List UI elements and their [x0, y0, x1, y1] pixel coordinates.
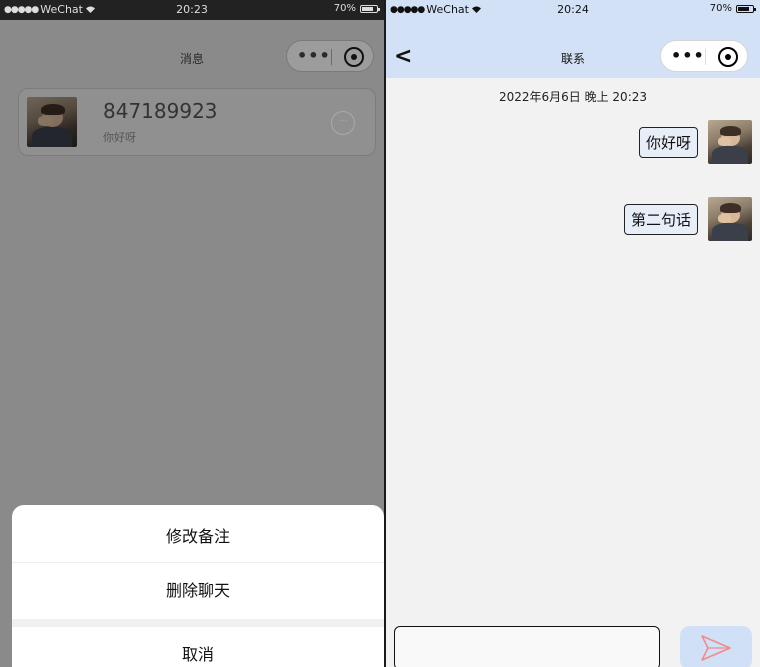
message-input[interactable]: [394, 626, 660, 667]
capsule-divider: [705, 49, 706, 65]
contact-name: 847189923: [103, 99, 218, 123]
chat-detail-screen: ●●●●● WeChat 20:24 70% < 联系 ••• 2022年6月6…: [386, 0, 760, 667]
battery-icon: [360, 4, 380, 13]
action-sheet: 修改备注 删除聊天 取消: [12, 505, 384, 667]
battery-fill: [738, 6, 750, 11]
avatar[interactable]: [708, 197, 752, 241]
avatar[interactable]: [708, 120, 752, 164]
status-time: 20:23: [176, 3, 208, 16]
status-time: 20:24: [557, 3, 589, 16]
more-icon[interactable]: •••: [297, 46, 331, 65]
status-bar: ●●●●● WeChat 20:24 70%: [386, 0, 760, 20]
menu-capsule: •••: [286, 40, 374, 72]
nav-bar: 消息 •••: [0, 20, 384, 78]
message-row: 第二句话: [623, 197, 752, 241]
avatar: [27, 97, 77, 147]
message-preview: 你好呀: [103, 131, 136, 144]
status-bar: ●●●●● WeChat 20:23 70%: [0, 0, 384, 20]
more-icon[interactable]: •••: [671, 46, 705, 65]
battery-percent: 70%: [709, 3, 732, 14]
message-row: 你好呀: [638, 120, 752, 164]
menu-capsule: •••: [660, 40, 748, 72]
message-bubble[interactable]: 你好呀: [638, 126, 698, 158]
delete-chat-button[interactable]: 删除聊天: [12, 563, 384, 619]
battery-fill: [362, 6, 374, 11]
send-button[interactable]: [680, 626, 752, 667]
target-icon[interactable]: [718, 47, 738, 67]
sheet-gap: [12, 619, 384, 627]
target-icon[interactable]: [344, 47, 364, 67]
edit-remark-button[interactable]: 修改备注: [12, 509, 384, 565]
message-bubble[interactable]: 第二句话: [623, 203, 698, 235]
send-icon: [701, 635, 731, 661]
cancel-button[interactable]: 取消: [12, 627, 384, 667]
input-bar: [386, 616, 760, 667]
message-timestamp: 2022年6月6日 晚上 20:23: [498, 90, 648, 104]
chat-list-item[interactable]: 847189923 你好呀 ···: [18, 88, 376, 156]
battery-icon: [736, 4, 756, 13]
more-options-icon[interactable]: ···: [331, 111, 355, 135]
chat-list-screen: ●●●●● WeChat 20:23 70% 消息 ••• 847189923 …: [0, 0, 384, 667]
battery-percent: 70%: [333, 3, 356, 14]
capsule-divider: [331, 49, 332, 65]
nav-bar: < 联系 •••: [386, 20, 760, 78]
